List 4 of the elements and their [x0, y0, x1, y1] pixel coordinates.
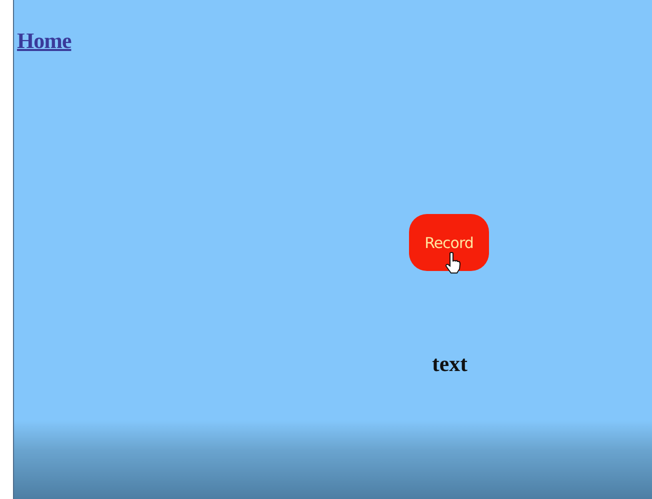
hand-cursor-icon: [445, 252, 461, 274]
caption-text: text: [432, 351, 468, 377]
record-button[interactable]: Record: [409, 214, 489, 271]
home-link[interactable]: Home: [17, 28, 72, 54]
